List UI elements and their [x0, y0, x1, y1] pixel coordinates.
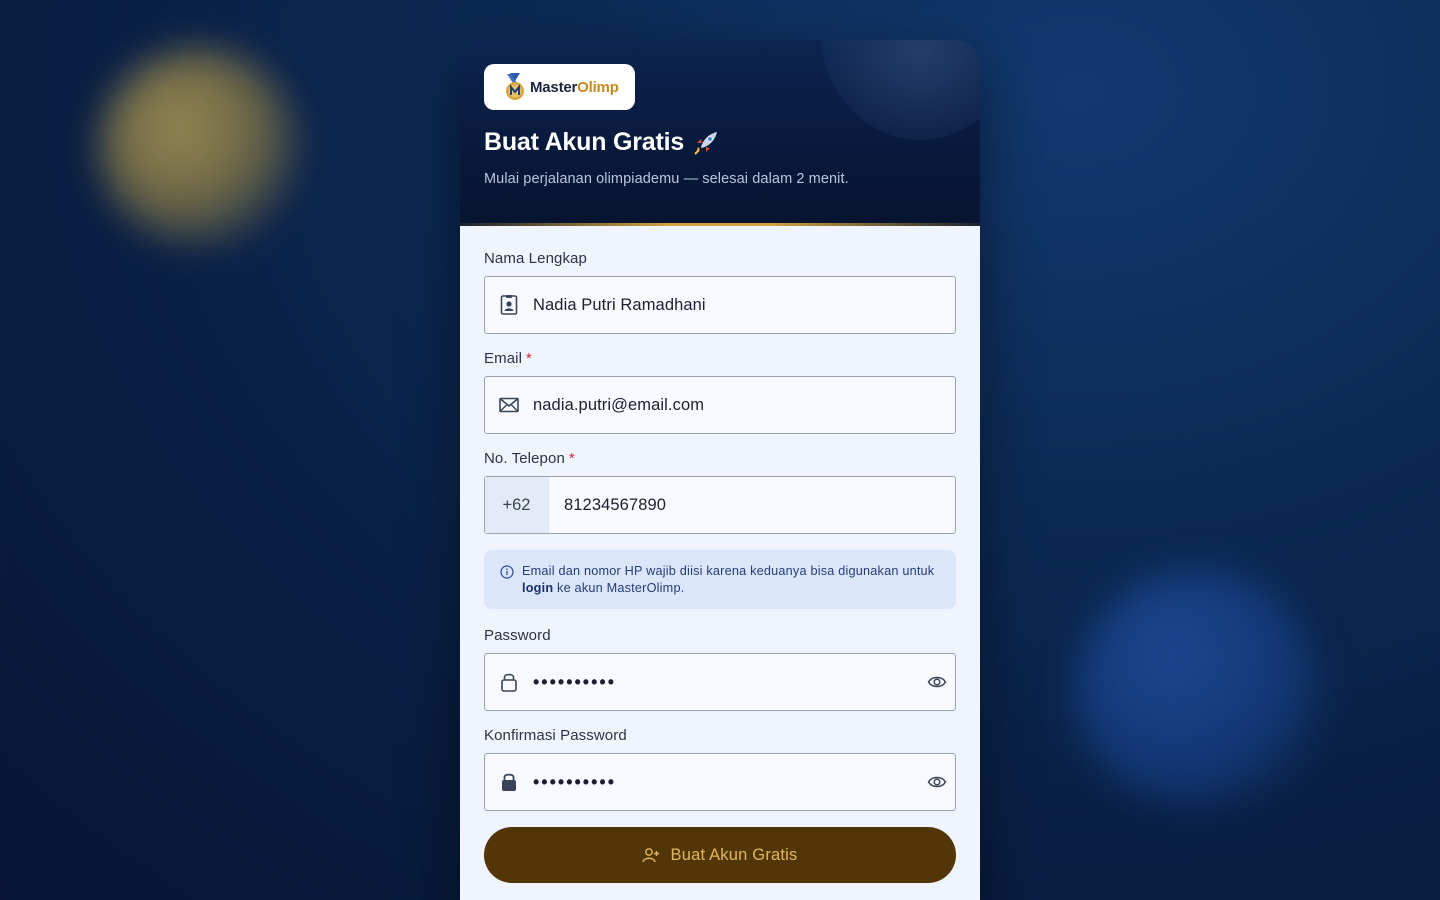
phone-country-prefix: +62 — [485, 477, 549, 533]
header-accent-line — [460, 223, 980, 226]
page-title: Buat Akun Gratis — [484, 128, 685, 156]
info-text: Email dan nomor HP wajib diisi karena ke… — [522, 564, 935, 595]
brand-name: MasterOlimp — [530, 78, 619, 96]
confirm-password-label: Konfirmasi Password — [484, 727, 627, 744]
brand-logo: MasterOlimp — [484, 64, 635, 110]
add-user-icon — [642, 848, 660, 863]
background-gold-orb — [100, 50, 300, 245]
confirm-password-value: •••••••••• — [533, 771, 617, 792]
show-password-eye-icon[interactable] — [927, 672, 947, 692]
show-confirm-password-eye-icon[interactable] — [927, 772, 947, 792]
phone-field[interactable]: +62 81234567890 — [484, 476, 956, 534]
email-value: nadia.putri@email.com — [533, 395, 705, 414]
page-subtitle: Mulai perjalanan olimpiademu — selesai d… — [484, 171, 849, 187]
full-name-label: Nama Lengkap — [484, 250, 587, 267]
lock-filled-icon — [485, 771, 533, 793]
phone-label: No. Telepon * — [484, 450, 575, 467]
header-glow — [820, 40, 980, 140]
rocket-icon — [694, 131, 718, 155]
password-value: •••••••••• — [533, 671, 617, 692]
register-card: MasterOlimp Buat Akun Gratis Mulai perja… — [460, 40, 980, 900]
full-name-value: Nadia Putri Ramadhani — [533, 295, 706, 314]
required-mark: * — [526, 350, 532, 367]
create-account-label: Buat Akun Gratis — [670, 845, 798, 864]
register-form: Nama Lengkap Nadia Putri Ramadhani Email… — [460, 226, 980, 900]
info-login-emphasis: login — [522, 581, 554, 595]
lock-outline-icon — [485, 671, 533, 693]
password-field[interactable]: •••••••••• — [484, 653, 956, 711]
id-badge-icon — [485, 295, 533, 315]
phone-value: 81234567890 — [564, 495, 667, 514]
confirm-password-field[interactable]: •••••••••• — [484, 753, 956, 811]
info-icon — [500, 565, 514, 579]
medal-icon — [506, 73, 524, 100]
create-account-button[interactable]: Buat Akun Gratis — [484, 827, 956, 883]
email-label: Email * — [484, 350, 532, 367]
envelope-icon — [485, 397, 533, 413]
login-info-note: Email dan nomor HP wajib diisi karena ke… — [484, 550, 956, 609]
password-label: Password — [484, 627, 551, 644]
background-blue-orb — [1075, 570, 1320, 810]
card-header: MasterOlimp Buat Akun Gratis Mulai perja… — [460, 40, 980, 226]
required-mark: * — [568, 450, 575, 467]
email-field[interactable]: nadia.putri@email.com — [484, 376, 956, 434]
full-name-field[interactable]: Nadia Putri Ramadhani — [484, 276, 956, 334]
